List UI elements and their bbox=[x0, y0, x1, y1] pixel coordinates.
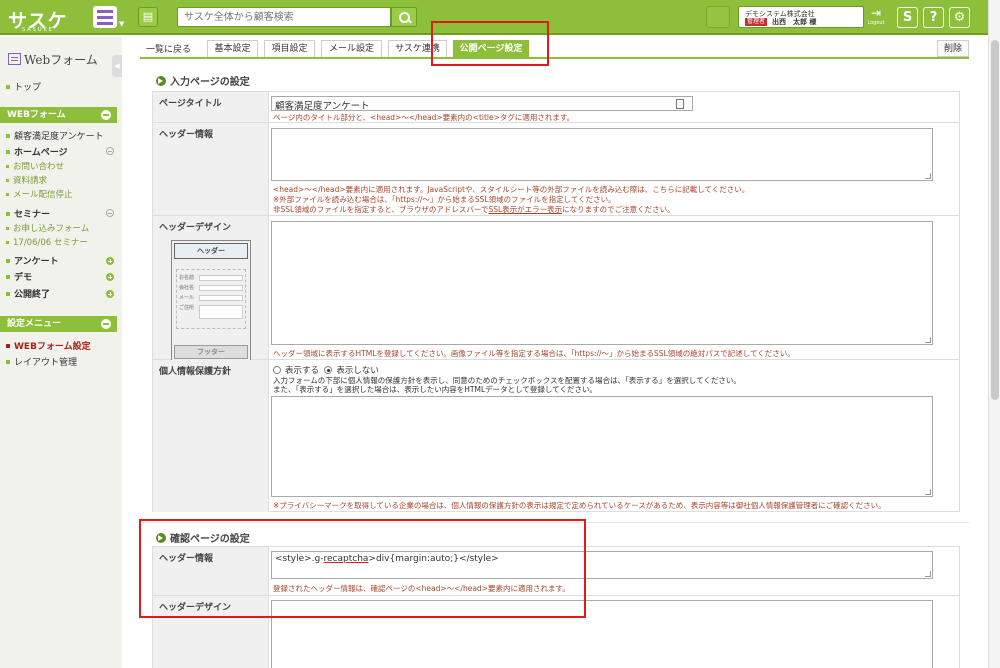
sidebar-item-homepage[interactable]: ホームページ bbox=[6, 145, 68, 158]
input-page-section-title: 入力ページの設定 bbox=[156, 73, 250, 88]
notification-button[interactable] bbox=[706, 6, 730, 28]
highlight-public-tab bbox=[431, 21, 549, 66]
label-privacy: 個人情報保護方針 bbox=[153, 360, 269, 512]
back-to-list-link[interactable]: 一覧に戻る bbox=[146, 42, 191, 55]
row-header-design: ヘッダーデザイン ヘッダー お名前 会社名 メール ご住所 フッター ヘッダー領… bbox=[153, 216, 959, 362]
privacy-radio-hide[interactable] bbox=[324, 366, 333, 374]
privacy-radio-show[interactable] bbox=[273, 366, 281, 374]
search-icon[interactable] bbox=[391, 7, 417, 27]
header-info-note-3: 非SSL領域のファイルを指定すると、ブラウザのアドレスバーでSSL表示がエラー表… bbox=[273, 205, 675, 214]
sidebar-section-webform[interactable]: WEBフォーム bbox=[0, 107, 117, 123]
logout-button[interactable]: ⇥ Logout bbox=[865, 6, 887, 28]
page-title-input[interactable]: 顧客満足度アンケート bbox=[271, 96, 693, 112]
app-menu-icon[interactable] bbox=[93, 6, 117, 28]
user-name: 出西 太郎 様 bbox=[772, 18, 817, 26]
row-page-title: ページタイトル 顧客満足度アンケート ページ内のタイトル部分と、<head>～<… bbox=[153, 92, 959, 123]
header-design-thumbnail: ヘッダー お名前 会社名 メール ご住所 フッター bbox=[171, 240, 251, 362]
sidebar-item-mail-stop[interactable]: メール配信停止 bbox=[6, 188, 73, 200]
expand-plus-icon[interactable] bbox=[106, 273, 114, 281]
label-header-info: ヘッダー情報 bbox=[153, 123, 269, 215]
collapse-minus-icon[interactable] bbox=[106, 209, 114, 217]
thumb-body: お名前 会社名 メール ご住所 bbox=[176, 269, 246, 329]
sidebar-item-seminar[interactable]: セミナー bbox=[6, 207, 50, 220]
sidebar-item-questionnaire[interactable]: アンケート bbox=[6, 254, 59, 267]
sidebar-item-closed[interactable]: 公開終了 bbox=[6, 287, 50, 300]
expand-plus-icon[interactable] bbox=[106, 290, 114, 298]
sidebar-title: Webフォーム bbox=[8, 51, 98, 68]
sidebar-item-top[interactable]: トップ bbox=[6, 80, 41, 93]
sidebar-item-survey[interactable]: 顧客満足度アンケート bbox=[6, 129, 104, 142]
page-title-note: ページ内のタイトル部分と、<head>～</head>要素内の<title>タグ… bbox=[273, 113, 575, 122]
collapse-minus-icon[interactable] bbox=[106, 147, 114, 155]
tab-mail[interactable]: メール設定 bbox=[321, 40, 382, 58]
user-role-badge: 管理者 bbox=[745, 18, 768, 26]
help-button[interactable]: ? bbox=[923, 7, 944, 28]
scrollbar-thumb[interactable] bbox=[991, 40, 999, 400]
chevron-down-icon[interactable]: ▼ bbox=[119, 20, 124, 28]
sidebar-item-request[interactable]: 資料請求 bbox=[6, 174, 47, 186]
document-icon bbox=[676, 99, 684, 109]
header-info-textarea[interactable] bbox=[271, 128, 933, 181]
label-page-title: ページタイトル bbox=[153, 92, 269, 122]
highlight-confirm-header bbox=[139, 519, 586, 618]
row-header-info: ヘッダー情報 <head>～</head>要素内に適用されます。JavaScri… bbox=[153, 123, 959, 216]
privacy-note: ※プライバシーマークを取得している企業の場合は、個人情報の保護方針の表示は規定で… bbox=[273, 501, 886, 510]
collapse-minus-icon[interactable] bbox=[101, 319, 111, 329]
logout-label: Logout bbox=[867, 20, 885, 26]
tab-items[interactable]: 項目設定 bbox=[264, 40, 315, 58]
label-header-design: ヘッダーデザイン ヘッダー お名前 会社名 メール ご住所 フッター bbox=[153, 216, 269, 362]
section-arrow-icon bbox=[156, 76, 166, 86]
sasuke-s-button[interactable]: S bbox=[897, 7, 918, 28]
sidebar-item-contact[interactable]: お問い合わせ bbox=[6, 160, 64, 172]
settings-gear-icon[interactable]: ⚙ bbox=[949, 7, 970, 28]
header-design-note: ヘッダー領域に表示するHTMLを登録してください。画像ファイル等を指定する場合は… bbox=[273, 349, 795, 358]
address-book-icon[interactable]: ▤ bbox=[138, 7, 158, 27]
sidebar: Webフォーム ◀ トップ WEBフォーム 顧客満足度アンケート ホームページ … bbox=[0, 37, 122, 668]
app-logo-sub: SASUKE bbox=[22, 27, 54, 33]
user-info[interactable]: デモシステム株式会社 管理者 出西 太郎 様 bbox=[738, 6, 864, 28]
sidebar-item-webform-settings[interactable]: WEBフォーム設定 bbox=[6, 339, 91, 352]
expand-plus-icon[interactable] bbox=[106, 257, 114, 265]
tab-basic[interactable]: 基本設定 bbox=[207, 40, 258, 58]
sidebar-item-layout[interactable]: レイアウト管理 bbox=[6, 355, 77, 368]
sidebar-item-seminar-0606[interactable]: 17/06/06 セミナー bbox=[6, 236, 88, 248]
thumb-footer: フッター bbox=[174, 345, 248, 359]
row-privacy: 個人情報保護方針 表示する 表示しない 入力フォームの下部に個人情報の保護方針を… bbox=[153, 360, 959, 512]
customer-search-input[interactable] bbox=[177, 7, 391, 27]
sidebar-item-apply[interactable]: お申し込みフォーム bbox=[6, 222, 89, 234]
sidebar-collapse-button[interactable]: ◀ bbox=[112, 55, 122, 77]
page-scrollbar[interactable] bbox=[988, 0, 1000, 668]
sidebar-item-demo[interactable]: デモ bbox=[6, 270, 32, 283]
sidebar-section-settings[interactable]: 設定メニュー bbox=[0, 316, 117, 332]
header-design-textarea[interactable] bbox=[271, 221, 933, 345]
form-icon bbox=[8, 53, 21, 65]
privacy-textarea[interactable] bbox=[271, 396, 933, 497]
privacy-radio-group: 表示する 表示しない bbox=[273, 364, 379, 376]
delete-button[interactable]: 削除 bbox=[937, 40, 969, 57]
tab-underline bbox=[140, 57, 969, 59]
logout-icon: ⇥ bbox=[870, 6, 882, 20]
input-page-form: ページタイトル 顧客満足度アンケート ページ内のタイトル部分と、<head>～<… bbox=[152, 91, 960, 512]
privacy-description: 入力フォームの下部に個人情報の保護方針を表示し、同意のためのチェックボックスを配… bbox=[273, 376, 741, 394]
thumb-header: ヘッダー bbox=[174, 243, 248, 259]
collapse-minus-icon[interactable] bbox=[101, 110, 111, 120]
